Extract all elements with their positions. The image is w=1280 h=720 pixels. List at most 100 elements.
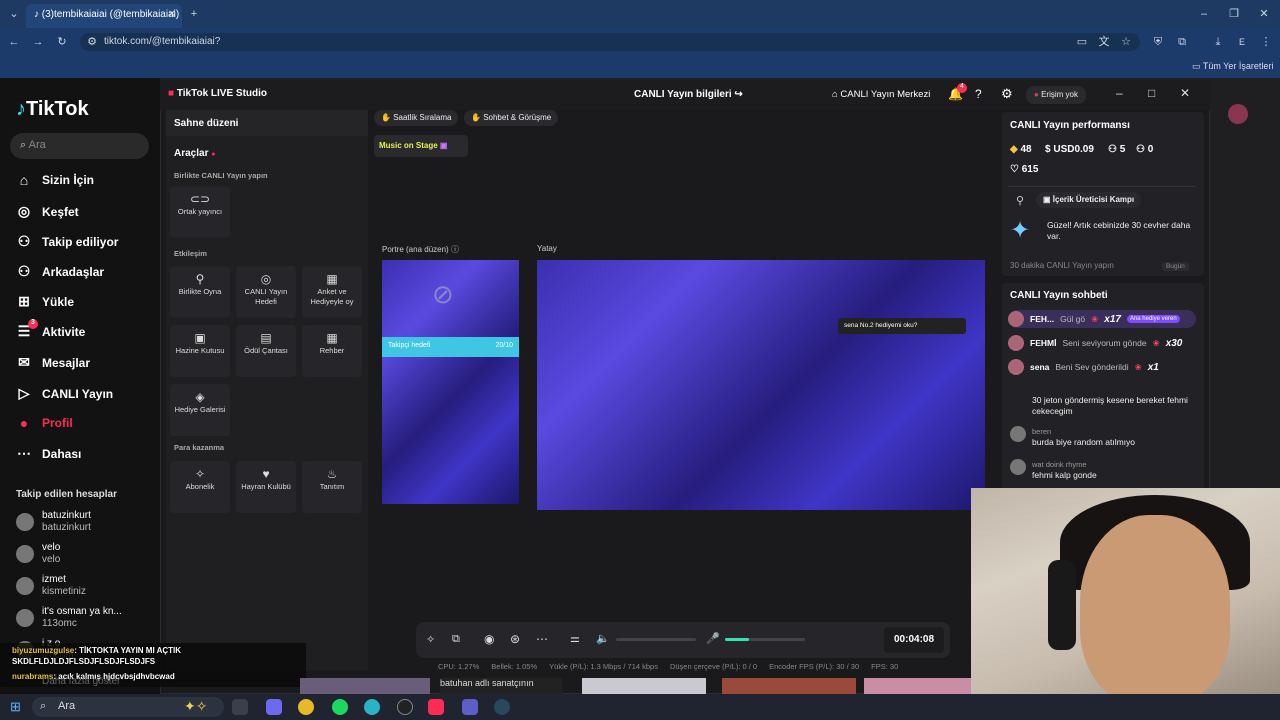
sidebar-search-input[interactable]: ⌕ Ara	[10, 133, 149, 159]
following-account[interactable]: batuzinkurt batuzinkurt	[16, 510, 91, 534]
share-icon[interactable]: ↪	[734, 89, 742, 100]
close-window-icon[interactable]: ✕	[1256, 6, 1272, 22]
more-dots-icon[interactable]: ⋯	[536, 632, 548, 646]
url-field[interactable]: tiktok.com/@tembikaiaiai?	[80, 33, 1140, 51]
tool-card-gamepad[interactable]: ⚲ Birlikte Oyna	[170, 266, 230, 318]
thumbnail[interactable]	[864, 678, 972, 694]
forward-icon[interactable]: →	[30, 34, 46, 50]
studio-close-icon[interactable]: ✕	[1180, 86, 1190, 100]
back-icon[interactable]: ←	[6, 34, 22, 50]
studio-minimize-icon[interactable]: –	[1116, 86, 1123, 100]
hourly-ranking-pill[interactable]: ✋ Saatlik Sıralama	[374, 110, 459, 126]
bookmark-star-icon[interactable]: ☆	[1118, 34, 1134, 50]
speaker-volume-slider[interactable]	[616, 638, 696, 641]
teams-icon[interactable]	[462, 699, 478, 715]
browser-tab[interactable]: ♪ (3)tembikaiaiai (@tembikaiaiai)	[26, 4, 182, 28]
tiktok-user-avatar[interactable]	[1228, 104, 1248, 124]
chat-call-pill[interactable]: ✋ Sohbet & Görüşme	[464, 110, 559, 126]
sidebar-item-canli-yayın[interactable]: ▷ CANLI Yayın	[16, 385, 114, 402]
chat-call-label: Sohbet & Görüşme	[483, 113, 552, 122]
thumbnail[interactable]	[722, 678, 856, 694]
tool-card-gift-gallery[interactable]: ◈ Hediye Galerisi	[170, 384, 230, 436]
thumbnail[interactable]	[582, 678, 706, 694]
music-on-stage-widget[interactable]: Music on Stage ▣	[374, 135, 468, 157]
record-icon[interactable]: ◉	[484, 632, 494, 646]
gift-message[interactable]: FEHMİ Seni seviyorum gönde ❀ x30	[1008, 334, 1196, 352]
thumbnail-caption[interactable]: batuhan adlı sanatçının	[440, 678, 562, 694]
sidebar-item-yükle[interactable]: ⊞ Yükle	[16, 293, 74, 310]
sidebar-item-arkadaşlar[interactable]: ⚇ Arkadaşlar	[16, 263, 104, 280]
tool-card-poll[interactable]: ▦ Anket ve Hediyeyle oy	[302, 266, 362, 318]
chrome-icon[interactable]	[298, 699, 314, 715]
restore-icon[interactable]: ❐	[1226, 6, 1242, 22]
reload-icon[interactable]: ↻	[54, 34, 70, 50]
promote-icon: ♨	[326, 467, 338, 481]
tiktok-logo[interactable]: ♪TikTok	[16, 98, 89, 121]
shield-icon[interactable]: ⛨	[1150, 34, 1166, 50]
help-icon[interactable]: ?	[975, 87, 982, 101]
gift-message[interactable]: FEH... Gül gö ❀ x17 Ana hediye veren	[1008, 310, 1196, 328]
access-button[interactable]: ● Erişim yok	[1026, 86, 1086, 104]
sidebar-item-sizin-i-çin[interactable]: ⌂ Sizin İçin	[16, 172, 94, 188]
screen-add-icon[interactable]: ⧉	[452, 633, 460, 646]
mic-volume-slider[interactable]	[725, 638, 805, 641]
extensions-icon[interactable]: ⧉	[1174, 34, 1190, 50]
tab-list-chevron-icon[interactable]: ⌄	[6, 6, 22, 22]
following-account[interactable]: it's osman ya kn... 113omc	[16, 606, 122, 630]
following-account[interactable]: izmet kismetiniz	[16, 574, 86, 598]
person-settings-icon[interactable]: ⚲	[1016, 194, 1024, 207]
studio-maximize-icon[interactable]: □	[1148, 86, 1155, 100]
landscape-preview[interactable]	[537, 260, 985, 510]
cohost-card[interactable]: ⊂⊃ Ortak yayıncı	[170, 186, 230, 238]
live-info-title[interactable]: CANLI Yayın bilgileri ↪	[634, 89, 743, 100]
minimize-icon[interactable]: –	[1196, 6, 1212, 22]
site-info-icon[interactable]: ⚙	[84, 34, 100, 50]
creator-camp-button[interactable]: ▣ İçerik Üreticisi Kampı	[1036, 192, 1142, 208]
magic-wand-icon[interactable]: ✧	[426, 633, 435, 646]
tool-card-treasure-box[interactable]: ▣ Hazine Kutusu	[170, 325, 230, 377]
new-tab-icon[interactable]: +	[186, 6, 202, 22]
sidebar-item-dahası[interactable]: ⋯ Dahası	[16, 445, 81, 462]
all-bookmarks-link[interactable]: ▭ Tüm Yer İşaretleri	[1192, 61, 1273, 72]
copilot-icon[interactable]	[266, 699, 282, 715]
scene-layout-header[interactable]: Sahne düzeni	[166, 110, 368, 136]
speaker-icon[interactable]: 🔈	[596, 632, 610, 645]
sidebar-item-keşfet[interactable]: ◎ Keşfet	[16, 203, 79, 220]
earn-card-fan-club[interactable]: ♥ Hayran Kulübü	[236, 461, 296, 513]
obs-icon[interactable]	[397, 699, 413, 715]
translate-icon[interactable]: 文	[1096, 34, 1112, 50]
install-app-icon[interactable]: ▭	[1074, 34, 1090, 50]
info-icon[interactable]: ⓘ	[451, 245, 459, 254]
tab-close-icon[interactable]: ✕	[164, 7, 180, 23]
thumbnail[interactable]	[300, 678, 430, 694]
sidebar-item-aktivite[interactable]: ☰ Aktivite 3	[16, 319, 85, 340]
download-icon[interactable]: ⤓	[1210, 34, 1226, 50]
menu-dots-icon[interactable]: ⋮	[1258, 34, 1274, 50]
show-more-link[interactable]: Daha fazla göster	[42, 676, 120, 687]
sidebar-item-label: Keşfet	[42, 204, 79, 219]
task-view-icon[interactable]	[232, 699, 248, 715]
earn-card-promote[interactable]: ♨ Tanıtım	[302, 461, 362, 513]
steam-icon[interactable]	[494, 699, 510, 715]
tool-card-target[interactable]: ◎ CANLI Yayın Hedefi	[236, 266, 296, 318]
windows-start-icon[interactable]: ⊞	[10, 699, 21, 715]
sidebar-item-takip-ediliyor[interactable]: ⚇ Takip ediliyor	[16, 233, 119, 250]
sidebar-item-mesajlar[interactable]: ✉ Mesajlar	[16, 354, 90, 371]
settings-gear-icon[interactable]: ⚙	[1001, 86, 1013, 102]
edge-icon[interactable]	[364, 699, 380, 715]
live-center-button[interactable]: ⌂ CANLI Yayın Merkezi	[832, 89, 930, 100]
spotify-icon[interactable]	[332, 699, 348, 715]
microphone-icon[interactable]: 🎤	[706, 632, 720, 645]
tool-card-gift-bag[interactable]: ▤ Ödül Çantası	[236, 325, 296, 377]
tool-card-guide-book[interactable]: ▦ Rehber	[302, 325, 362, 377]
section-earn: Para kazanma	[174, 443, 225, 452]
mixer-icon[interactable]: ⚌	[570, 632, 580, 645]
following-account[interactable]: velo velo	[16, 542, 60, 566]
gift-message[interactable]: sena Beni Sev gönderildi ❀ x1	[1008, 358, 1196, 376]
sidebar-item-profil[interactable]: ● Profil	[16, 415, 73, 431]
effects-icon[interactable]: ⊛	[510, 632, 520, 646]
profile-avatar[interactable]: E	[1234, 34, 1250, 50]
chat-header: CANLI Yayın sohbeti	[1010, 290, 1108, 301]
earn-card-subscription[interactable]: ✧ Abonelik	[170, 461, 230, 513]
tiktok-live-icon[interactable]	[428, 699, 444, 715]
